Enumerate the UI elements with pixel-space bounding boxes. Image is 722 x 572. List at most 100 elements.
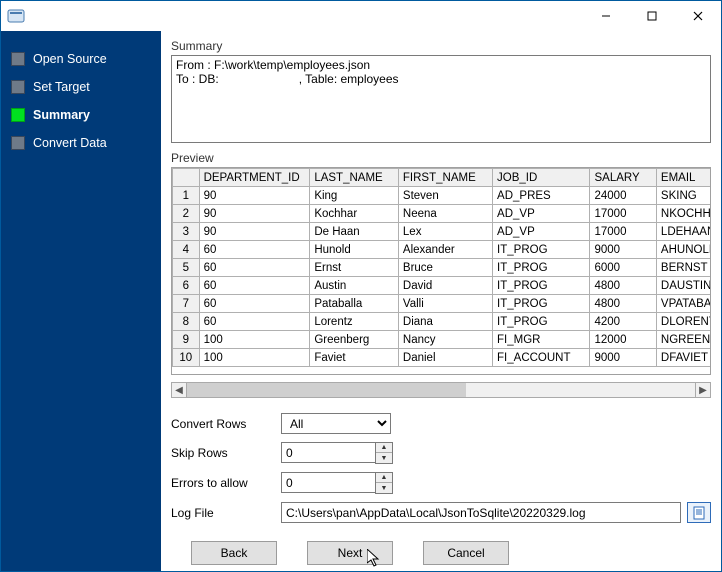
cell[interactable]: Pataballa	[310, 295, 399, 313]
cell[interactable]: AHUNOLD	[656, 241, 711, 259]
cell[interactable]: Lorentz	[310, 313, 399, 331]
cell[interactable]: Greenberg	[310, 331, 399, 349]
spin-down-icon[interactable]: ▼	[376, 483, 392, 493]
cell[interactable]: Alexander	[398, 241, 492, 259]
column-header[interactable]: SALARY	[590, 169, 656, 187]
table-row[interactable]: 860LorentzDianaIT_PROG4200DLORENTZ103	[173, 313, 712, 331]
cell[interactable]: Bruce	[398, 259, 492, 277]
log-file-input[interactable]	[281, 502, 681, 523]
browse-log-button[interactable]	[687, 502, 711, 523]
table-row[interactable]: 660AustinDavidIT_PROG4800DAUSTIN103	[173, 277, 712, 295]
cell[interactable]: Hunold	[310, 241, 399, 259]
cell[interactable]: Neena	[398, 205, 492, 223]
cell[interactable]: 100	[199, 331, 310, 349]
table-row[interactable]: 10100FavietDanielFI_ACCOUNT9000DFAVIET10…	[173, 349, 712, 367]
cell[interactable]: Faviet	[310, 349, 399, 367]
cancel-button[interactable]: Cancel	[423, 541, 509, 565]
cell[interactable]: Kochhar	[310, 205, 399, 223]
cell[interactable]: LDEHAAN	[656, 223, 711, 241]
cell[interactable]: NKOCHHAR	[656, 205, 711, 223]
cell[interactable]: 24000	[590, 187, 656, 205]
cell[interactable]: SKING	[656, 187, 711, 205]
column-header[interactable]: DEPARTMENT_ID	[199, 169, 310, 187]
step-set-target[interactable]: Set Target	[1, 73, 161, 101]
cell[interactable]: 60	[199, 295, 310, 313]
scroll-thumb[interactable]	[187, 383, 466, 397]
cell[interactable]: Diana	[398, 313, 492, 331]
cell[interactable]: BERNST	[656, 259, 711, 277]
skip-rows-input[interactable]	[281, 442, 375, 463]
spin-up-icon[interactable]: ▲	[376, 473, 392, 483]
step-open-source[interactable]: Open Source	[1, 45, 161, 73]
cell[interactable]: 90	[199, 223, 310, 241]
cell[interactable]: Steven	[398, 187, 492, 205]
table-row[interactable]: 190KingStevenAD_PRES24000SKING	[173, 187, 712, 205]
cell[interactable]: Valli	[398, 295, 492, 313]
back-button[interactable]: Back	[191, 541, 277, 565]
summary-text[interactable]: From : F:\work\temp\employees.json To : …	[171, 55, 711, 143]
table-row[interactable]: 560ErnstBruceIT_PROG6000BERNST103	[173, 259, 712, 277]
errors-allow-input[interactable]	[281, 472, 375, 493]
cell[interactable]: 17000	[590, 223, 656, 241]
column-header[interactable]: EMAIL	[656, 169, 711, 187]
cell[interactable]: 9000	[590, 241, 656, 259]
cell[interactable]: 60	[199, 313, 310, 331]
cell[interactable]: 4800	[590, 295, 656, 313]
spin-down-icon[interactable]: ▼	[376, 453, 392, 463]
cell[interactable]: AD_PRES	[493, 187, 590, 205]
column-header[interactable]: JOB_ID	[493, 169, 590, 187]
table-row[interactable]: 760PataballaValliIT_PROG4800VPATABAL103	[173, 295, 712, 313]
cell[interactable]: De Haan	[310, 223, 399, 241]
cell[interactable]: FI_MGR	[493, 331, 590, 349]
scroll-left-icon[interactable]: ◀	[171, 382, 187, 398]
column-header[interactable]: LAST_NAME	[310, 169, 399, 187]
cell[interactable]: 17000	[590, 205, 656, 223]
horizontal-scrollbar[interactable]: ◀ ▶	[171, 381, 711, 399]
cell[interactable]: 9000	[590, 349, 656, 367]
step-convert-data[interactable]: Convert Data	[1, 129, 161, 157]
next-button[interactable]: Next	[307, 541, 393, 565]
spin-up-icon[interactable]: ▲	[376, 443, 392, 453]
cell[interactable]: Lex	[398, 223, 492, 241]
cell[interactable]: King	[310, 187, 399, 205]
minimize-button[interactable]	[583, 1, 629, 31]
cell[interactable]: 4200	[590, 313, 656, 331]
maximize-button[interactable]	[629, 1, 675, 31]
scroll-right-icon[interactable]: ▶	[695, 382, 711, 398]
cell[interactable]: 6000	[590, 259, 656, 277]
cell[interactable]: 90	[199, 205, 310, 223]
cell[interactable]: Ernst	[310, 259, 399, 277]
close-button[interactable]	[675, 1, 721, 31]
cell[interactable]: IT_PROG	[493, 295, 590, 313]
step-summary[interactable]: Summary	[1, 101, 161, 129]
cell[interactable]: IT_PROG	[493, 259, 590, 277]
cell[interactable]: FI_ACCOUNT	[493, 349, 590, 367]
cell[interactable]: NGREENBE	[656, 331, 711, 349]
cell[interactable]: David	[398, 277, 492, 295]
cell[interactable]: 4800	[590, 277, 656, 295]
cell[interactable]: Daniel	[398, 349, 492, 367]
table-row[interactable]: 460HunoldAlexanderIT_PROG9000AHUNOLD102	[173, 241, 712, 259]
cell[interactable]: Nancy	[398, 331, 492, 349]
cell[interactable]: 60	[199, 241, 310, 259]
convert-rows-select[interactable]: All	[281, 413, 391, 434]
cell[interactable]: DLORENTZ	[656, 313, 711, 331]
cell[interactable]: AD_VP	[493, 205, 590, 223]
cell[interactable]: VPATABAL	[656, 295, 711, 313]
cell[interactable]: 90	[199, 187, 310, 205]
cell[interactable]: 100	[199, 349, 310, 367]
cell[interactable]: IT_PROG	[493, 313, 590, 331]
cell[interactable]: 60	[199, 277, 310, 295]
cell[interactable]: DFAVIET	[656, 349, 711, 367]
cell[interactable]: DAUSTIN	[656, 277, 711, 295]
scroll-track[interactable]	[187, 382, 695, 398]
cell[interactable]: 12000	[590, 331, 656, 349]
cell[interactable]: AD_VP	[493, 223, 590, 241]
table-row[interactable]: 9100GreenbergNancyFI_MGR12000NGREENBE101	[173, 331, 712, 349]
preview-table[interactable]: DEPARTMENT_IDLAST_NAMEFIRST_NAMEJOB_IDSA…	[171, 167, 711, 375]
cell[interactable]: IT_PROG	[493, 277, 590, 295]
table-row[interactable]: 290KochharNeenaAD_VP17000NKOCHHAR100	[173, 205, 712, 223]
cell[interactable]: 60	[199, 259, 310, 277]
cell[interactable]: IT_PROG	[493, 241, 590, 259]
cell[interactable]: Austin	[310, 277, 399, 295]
